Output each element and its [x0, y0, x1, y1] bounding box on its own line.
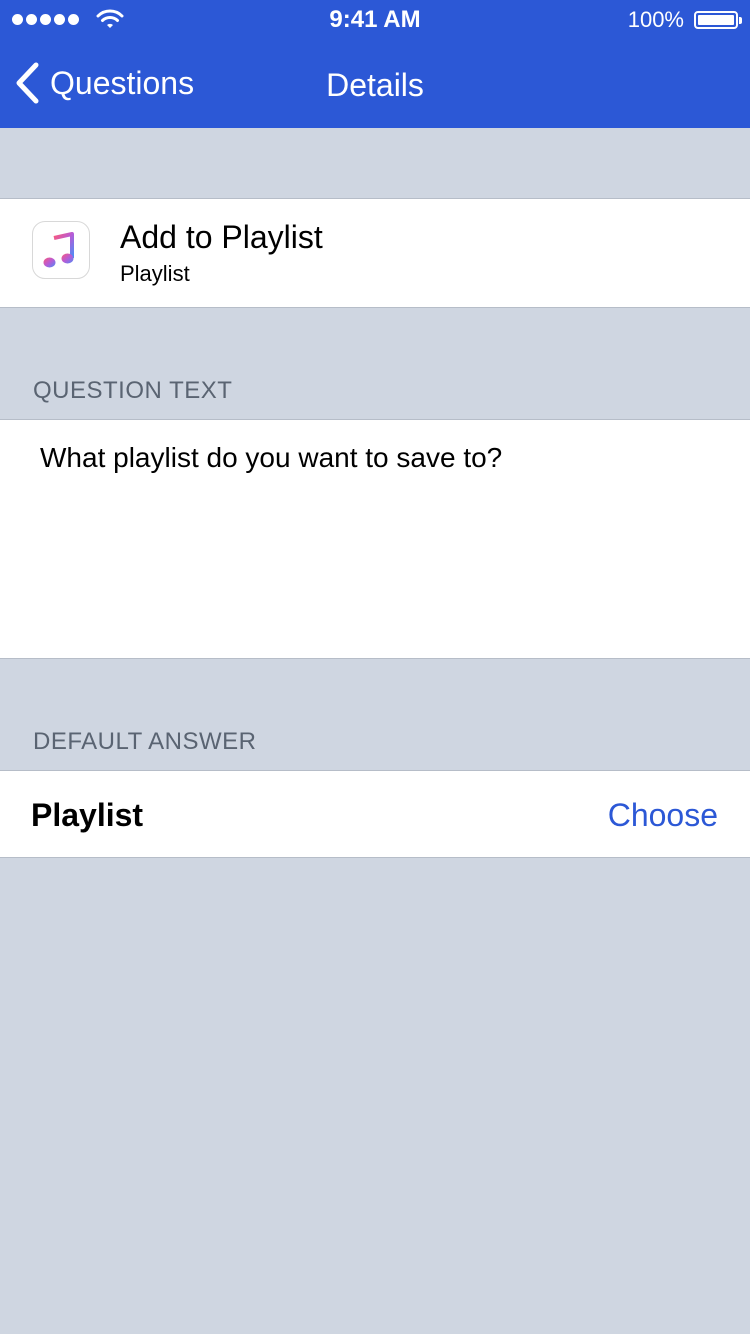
choose-button[interactable]: Choose: [608, 797, 718, 834]
question-text-header: QUESTION TEXT: [33, 377, 233, 404]
default-answer-header: DEFAULT ANSWER: [33, 728, 257, 755]
status-bar: 9:41 AM 100%: [0, 0, 750, 40]
action-title: Add to Playlist: [120, 219, 323, 255]
music-note-icon: [32, 221, 90, 279]
battery-icon: [694, 11, 742, 29]
action-subtitle: Playlist: [120, 261, 190, 286]
battery-percentage: 100%: [627, 7, 684, 32]
page-title: Details: [326, 67, 424, 103]
question-text-field[interactable]: What playlist do you want to save to?: [40, 442, 720, 474]
navigation-bar: Questions Details: [0, 40, 750, 128]
question-text-card[interactable]: What playlist do you want to save to?: [0, 419, 750, 659]
action-card: Add to Playlist Playlist: [0, 198, 750, 308]
default-answer-label: Playlist: [31, 797, 144, 833]
default-answer-row: Playlist Choose: [0, 770, 750, 858]
